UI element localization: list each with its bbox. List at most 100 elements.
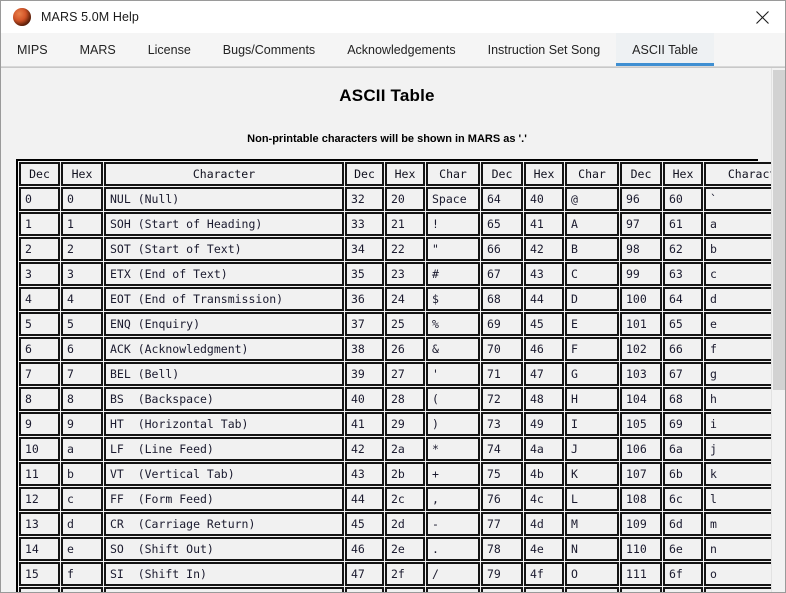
table-cell: - [426,512,480,536]
table-cell: f [61,562,103,586]
table-cell: % [426,312,480,336]
table-cell: BEL (Bell) [104,362,344,386]
table-cell: SO (Shift Out) [104,537,344,561]
table-cell: 34 [345,237,384,261]
table-cell: F [565,337,619,361]
table-cell: SOH (Start of Heading) [104,212,344,236]
table-cell: 40 [345,387,384,411]
table-cell: 67 [663,362,703,386]
ascii-table-container: Dec Hex Character Dec Hex Char Dec Hex Char Dec He… [16,159,773,592]
table-cell: FF (Form Feed) [104,487,344,511]
table-cell: f [704,337,773,361]
mars-planet-icon [13,8,31,26]
scrollbar-thumb[interactable] [773,70,785,390]
table-cell: 24 [385,287,425,311]
table-cell: 14 [19,537,60,561]
table-cell: 8 [61,387,103,411]
table-row: 9 9 HT (Horizontal Tab) 41 29) 73 49 I 105 69 i [19,412,773,436]
close-button[interactable] [739,1,785,33]
tab-label: MIPS [17,42,48,57]
table-cell: 74 [481,437,523,461]
table-cell: c [704,262,773,286]
table-cell: N [565,537,619,561]
table-cell: & [426,337,480,361]
table-cell: 64 [481,187,523,211]
table-cell: 40 [524,187,564,211]
table-cell: 46 [524,337,564,361]
help-tab-bar: MIPS MARS License Bugs/Comments Acknowledgem… [1,33,785,67]
table-cell: ! [426,212,480,236]
table-cell: h [704,387,773,411]
table-cell: 103 [620,362,662,386]
table-cell: o [704,562,773,586]
table-cell: k [704,462,773,486]
page-subtitle: Non-printable characters will be shown i… [247,133,527,145]
table-cell: G [565,362,619,386]
table-cell: 2 [61,237,103,261]
table-cell: 3 [61,262,103,286]
table-cell: g [704,362,773,386]
vertical-scrollbar[interactable] [771,68,785,592]
table-row: 5 5 ENQ (Enquiry) 37 25% 69 45 E 101 65 e [19,312,773,336]
table-cell: 62 [663,237,703,261]
table-cell: 21 [385,212,425,236]
table-cell: 79 [481,562,523,586]
table-cell: CR (Carriage Return) [104,512,344,536]
table-cell: m [704,512,773,536]
tab-acknowledgements[interactable]: Acknowledgements [331,33,471,66]
table-cell: ) [426,412,480,436]
table-cell: + [426,462,480,486]
table-cell: # [426,262,480,286]
table-cell: 29 [385,412,425,436]
table-row: 13 d CR (Carriage Return) 45 2d -77 4d M 109 6d m [19,512,773,536]
table-cell: 106 [620,437,662,461]
tab-ascii-table[interactable]: ASCII Table [616,33,714,66]
table-cell: 9 [19,412,60,436]
table-row: 15 f SI (Shift In) 47 2f/79 4f O 111 6f o [19,562,773,586]
table-cell: 41 [345,412,384,436]
table-cell: * [426,437,480,461]
column-header: Hex [524,162,564,186]
table-cell: 20 [385,187,425,211]
table-row: 14 e SO (Shift Out) 46 2e. 78 4e N 110 6e n [19,537,773,561]
tab-label: Bugs/Comments [222,42,316,57]
table-cell: ACK (Acknowledgment) [104,337,344,361]
table-cell: d [704,287,773,311]
table-cell: 66 [481,237,523,261]
table-cell: 1 [61,212,103,236]
page-title: ASCII Table [339,86,435,105]
tab-mips[interactable]: MIPS [1,33,64,66]
table-cell: 110 [620,537,662,561]
table-cell: 4d [524,512,564,536]
ascii-table-document: ASCII Table Non-printable characters wil… [1,86,773,592]
table-cell: 23 [385,262,425,286]
table-cell: 43 [345,462,384,486]
tab-bugs-comments[interactable]: Bugs/Comments [207,33,331,66]
table-cell: LF (Line Feed) [104,437,344,461]
table-cell: 77 [481,512,523,536]
table-cell: 48 [345,587,384,592]
table-cell: b [61,462,103,486]
tab-instruction-set-song[interactable]: Instruction Set Song [472,33,617,66]
table-cell: a [704,212,773,236]
table-cell: 101 [620,312,662,336]
table-cell: 8 [19,387,60,411]
scroll-viewport: ASCII Table Non-printable characters wil… [1,68,773,592]
column-header: Dec [481,162,523,186]
table-cell: 70 [481,337,523,361]
table-cell: 39 [345,362,384,386]
tab-mars[interactable]: MARS [64,33,132,66]
table-row: 3 3 ETX (End of Text) 35 23 #67 43 C 99 63 c [19,262,773,286]
table-cell: 102 [620,337,662,361]
table-cell: 6 [19,337,60,361]
table-cell: L [565,487,619,511]
table-cell: 5 [61,312,103,336]
table-cell: 100 [620,287,662,311]
table-row: 12 c FF (Form Feed) 44 2c, 76 4c L 108 6c l [19,487,773,511]
table-cell: DLE (Data Link Escape) [104,587,344,592]
table-cell: 4 [61,287,103,311]
table-cell: 65 [663,312,703,336]
table-cell: 99 [620,262,662,286]
table-cell: C [565,262,619,286]
tab-license[interactable]: License [132,33,207,66]
